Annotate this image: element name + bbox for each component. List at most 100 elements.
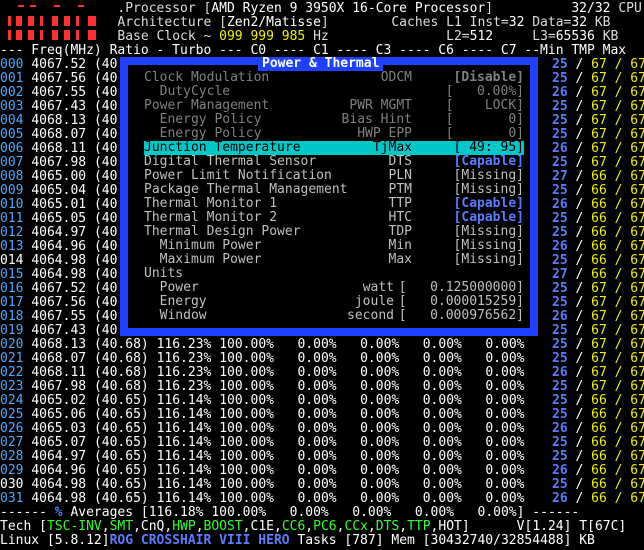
core-freq: 4067.43 — [31, 323, 87, 338]
core-c7: 0.00% — [485, 379, 525, 394]
thermal-setting-row[interactable]: Units — [144, 267, 524, 281]
core-c6: 0.00% — [422, 477, 462, 492]
core-freq: 4065.07 — [31, 435, 87, 450]
thermal-setting-row[interactable]: Minimum Power Min [Missing] — [144, 239, 524, 253]
core-c6: 0.00% — [422, 435, 462, 450]
core-temps: 25 / 66 / 67 — [552, 254, 644, 268]
core-temps: 26 / 66 / 67 — [552, 492, 644, 506]
core-row: 028 4064.97 (40.65) 116.14% 100.00% 0.00… — [0, 450, 524, 464]
linux-footer: Linux [5.8.12]ROG CROSSHAIR VIII HERO Ta… — [0, 534, 595, 548]
core-row: 029 4064.96 (40.65) 116.14% 100.00% 0.00… — [0, 464, 524, 478]
tech-footer: Tech [TSC-INV,SMT,CnQ,HWP,BOOST,C1E,CC6,… — [0, 520, 626, 534]
sep: / — [567, 57, 592, 72]
architecture-label: Architecture [ — [117, 15, 227, 30]
comma: , — [101, 519, 110, 534]
thermal-setting-row[interactable]: Junction Temperature TjMax [ 49: 95] — [144, 141, 524, 155]
core-row: 005 4068.07 (40 — [0, 128, 117, 142]
core-turbo: 116.14% — [156, 477, 212, 492]
setting-code: TjMax — [372, 140, 412, 155]
l3-label: L3= — [493, 29, 556, 44]
core-ratio: (40.65) — [93, 435, 149, 450]
core-row: 021 4068.07 (40.68) 116.23% 100.00% 0.00… — [0, 352, 524, 366]
core-row: 023 4067.98 (40.68) 116.23% 100.00% 0.00… — [0, 380, 524, 394]
l1-inst: 32 — [508, 15, 525, 30]
base-clock-value: 099 999 985 — [219, 29, 306, 44]
sep: / — [606, 351, 631, 366]
temp-cur: 67 — [591, 99, 607, 114]
sep: / — [606, 253, 631, 268]
core-freq: 4065.00 — [31, 169, 87, 184]
core-temps: 25 / 66 / 67 — [552, 184, 644, 198]
temp-min: 26 — [552, 239, 568, 254]
tech-close: ] — [461, 519, 470, 534]
thermal-setting-row[interactable]: Maximum Power Max [Missing] — [144, 253, 524, 267]
core-temps: 25 / 67 / 67 — [552, 114, 644, 128]
thermal-setting-row[interactable]: Power Management PWR MGMT [ LOCK] — [144, 99, 524, 113]
l2-value: 512 — [469, 29, 494, 44]
sep: / — [567, 71, 592, 86]
thermal-setting-row[interactable]: DutyCycle [ 0.00%] — [144, 85, 524, 99]
tech-item: CC6 — [281, 519, 306, 534]
percent-toggle[interactable]: % — [55, 505, 63, 520]
thermal-setting-row[interactable]: Energy Policy HWP EPP [ 0] — [144, 127, 524, 141]
core-c3: 0.00% — [360, 407, 400, 422]
core-id: 001 — [0, 71, 24, 86]
mem-value: 30432740/32854488 — [430, 533, 564, 548]
setting-value: [Missing] — [453, 168, 524, 183]
core-c3: 0.00% — [360, 337, 400, 352]
thermal-setting-row[interactable]: Thermal Design Power TDP [Missing] — [144, 225, 524, 239]
core-freq: 4064.96 — [31, 463, 87, 478]
setting-code: Bias Hint — [341, 112, 412, 127]
thermal-setting-row[interactable]: Power Limit Notification PLN [Missing] — [144, 169, 524, 183]
thermal-setting-row[interactable]: Window second [ 0.000976562] — [144, 309, 524, 323]
setting-value: [ 49: 95] — [453, 140, 524, 155]
thermal-setting-row[interactable]: Clock Modulation ODCM [Disable] — [144, 71, 524, 85]
core-temps: 25 / 66 / 67 — [552, 408, 644, 422]
setting-label: Package Thermal Management — [144, 182, 348, 197]
thermal-setting-row[interactable]: Package Thermal Management PTM [Missing] — [144, 183, 524, 197]
comma: , — [133, 519, 141, 534]
core-c6: 0.00% — [422, 365, 462, 380]
thermal-setting-row[interactable]: Energy Policy Bias Hint [ 0] — [144, 113, 524, 127]
core-c6: 0.00% — [422, 421, 462, 436]
power-thermal-dialog[interactable]: Clock Modulation ODCM [Disable] DutyCycle [… — [120, 57, 538, 336]
thermal-setting-row[interactable]: Thermal Monitor 1 TTP [Capable] — [144, 197, 524, 211]
sep: / — [606, 155, 631, 170]
thermal-setting-row[interactable]: Digital Thermal Sensor DTS [Capable] — [144, 155, 524, 169]
temp-max: 67 — [630, 365, 644, 380]
core-row: 003 4067.43 (40 — [0, 100, 117, 114]
core-freq: 4068.07 — [31, 127, 87, 142]
setting-label: Thermal Monitor 1 — [144, 196, 278, 211]
thermal-setting-row[interactable]: Energy joule [ 0.000015259] — [144, 295, 524, 309]
setting-code: PTM — [388, 182, 412, 197]
core-c3: 0.00% — [360, 463, 400, 478]
core-id: 025 — [0, 407, 24, 422]
processor-count: 32/32 — [571, 1, 611, 16]
l1-data-label: Data= — [524, 15, 572, 30]
setting-label: Maximum Power — [144, 252, 262, 267]
core-freq: 4067.98 — [31, 155, 87, 170]
temp-cur: 67 — [591, 379, 607, 394]
kb-unit: KB — [587, 15, 611, 30]
temp-cur: 67 — [591, 323, 607, 338]
setting-code: watt — [362, 280, 394, 295]
core-c1: 0.00% — [297, 365, 337, 380]
core-freq: 4064.98 — [31, 253, 87, 268]
comma: , — [305, 519, 314, 534]
sep: / — [606, 127, 631, 142]
thermal-setting-row[interactable]: Power watt [ 0.125000000] — [144, 281, 524, 295]
core-c0: 100.00% — [219, 421, 274, 436]
core-c7: 0.00% — [485, 491, 525, 506]
core-id: 030 — [0, 477, 24, 492]
thermal-setting-row[interactable]: Thermal Monitor 2 HTC [Capable] — [144, 211, 524, 225]
